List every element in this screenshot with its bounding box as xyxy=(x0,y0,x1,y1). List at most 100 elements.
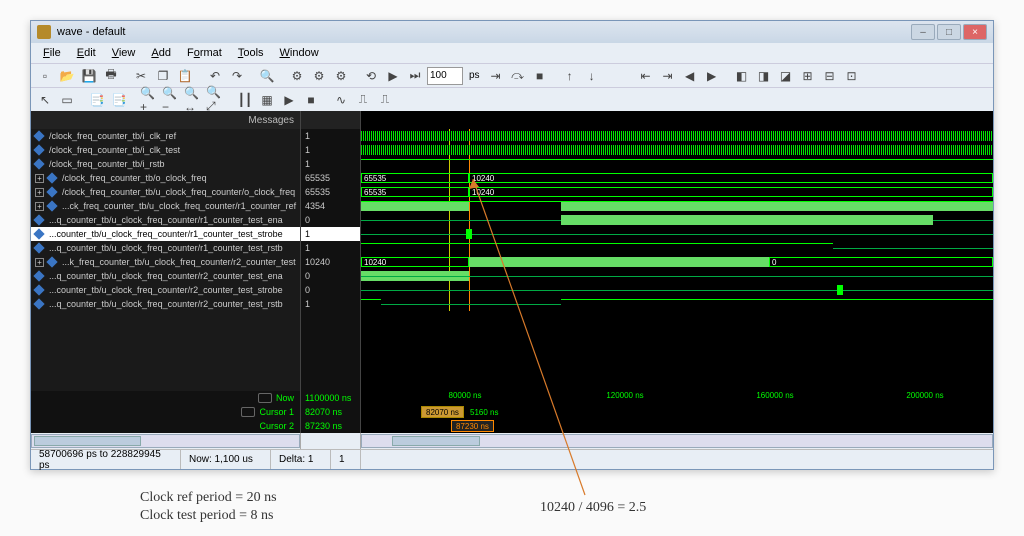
wave-lane[interactable] xyxy=(361,241,993,255)
palette-icon[interactable] xyxy=(258,393,272,403)
wave2-icon[interactable]: ⎍ xyxy=(353,90,373,110)
step-icon[interactable]: ⇥ xyxy=(486,66,506,86)
close-button[interactable]: × xyxy=(963,24,987,40)
expand-icon[interactable]: + xyxy=(35,188,44,197)
zoom-out-icon[interactable]: 🔍− xyxy=(161,90,181,110)
wave-lane[interactable] xyxy=(361,143,993,157)
stop-icon[interactable]: ■ xyxy=(301,90,321,110)
grid-icon[interactable]: ▦ xyxy=(257,90,277,110)
wave1-icon[interactable]: ∿ xyxy=(331,90,351,110)
redo-icon[interactable]: ↷ xyxy=(227,66,247,86)
cursor-icon[interactable] xyxy=(241,407,255,417)
wave-lane[interactable] xyxy=(361,227,993,241)
wave-lane[interactable] xyxy=(361,213,993,227)
signal-row[interactable]: /clock_freq_counter_tb/i_rstb xyxy=(31,157,300,171)
value-cell: 4354 xyxy=(301,199,360,213)
menu-file[interactable]: FFileile xyxy=(35,45,69,61)
signal-scrollbar[interactable] xyxy=(31,434,300,448)
up-icon[interactable]: ↑ xyxy=(560,66,580,86)
misc3-icon[interactable]: ◪ xyxy=(776,66,796,86)
maximize-button[interactable]: □ xyxy=(937,24,961,40)
wave3-icon[interactable]: ⎍ xyxy=(375,90,395,110)
expand-icon[interactable]: + xyxy=(35,174,44,183)
signal-row[interactable]: +/clock_freq_counter_tb/u_clock_freq_cou… xyxy=(31,185,300,199)
edge-next-icon[interactable]: ⇥ xyxy=(658,66,678,86)
step-over-icon[interactable]: ⤼ xyxy=(508,66,528,86)
menu-window[interactable]: Window xyxy=(272,45,327,61)
signal-row[interactable]: ...q_counter_tb/u_clock_freq_counter/r2_… xyxy=(31,297,300,311)
edge-prev-icon[interactable]: ⇤ xyxy=(636,66,656,86)
bookmark2-icon[interactable]: 📑 xyxy=(109,90,129,110)
signal-row[interactable]: ...counter_tb/u_clock_freq_counter/r1_co… xyxy=(31,227,300,241)
minimize-button[interactable]: – xyxy=(911,24,935,40)
cursor-link-icon[interactable]: ┃┃ xyxy=(235,90,255,110)
signal-row[interactable]: +...k_freq_counter_tb/u_clock_freq_count… xyxy=(31,255,300,269)
print-icon[interactable]: 🖶 xyxy=(101,66,121,86)
signal-list[interactable]: /clock_freq_counter_tb/i_clk_ref/clock_f… xyxy=(31,129,301,391)
undo-icon[interactable]: ↶ xyxy=(205,66,225,86)
wave-canvas[interactable]: 65535102406553510240 102400 xyxy=(361,129,993,391)
signal-row[interactable]: ...q_counter_tb/u_clock_freq_counter/r1_… xyxy=(31,213,300,227)
expand-icon[interactable]: + xyxy=(35,258,44,267)
wave-lane[interactable]: 6553510240 xyxy=(361,171,993,185)
signal-row[interactable]: +/clock_freq_counter_tb/o_clock_freq xyxy=(31,171,300,185)
cursor-next-icon[interactable]: ▶ xyxy=(702,66,722,86)
waves-header xyxy=(361,111,993,129)
signal-row[interactable]: /clock_freq_counter_tb/i_clk_ref xyxy=(31,129,300,143)
new-icon[interactable]: ▫ xyxy=(35,66,55,86)
zoom-fit-icon[interactable]: 🔍↔ xyxy=(183,90,203,110)
wave-lane[interactable] xyxy=(361,129,993,143)
menu-tools[interactable]: Tools xyxy=(230,45,272,61)
copy-icon[interactable]: ❐ xyxy=(153,66,173,86)
open-icon[interactable]: 📂 xyxy=(57,66,77,86)
restart-icon[interactable]: ⟲ xyxy=(361,66,381,86)
paste-icon[interactable]: 📋 xyxy=(175,66,195,86)
signal-row[interactable]: /clock_freq_counter_tb/i_clk_test xyxy=(31,143,300,157)
menu-add[interactable]: Add xyxy=(143,45,179,61)
misc6-icon[interactable]: ⊡ xyxy=(842,66,862,86)
run-step-input[interactable] xyxy=(427,67,463,85)
play-icon[interactable]: ▶ xyxy=(279,90,299,110)
expand-icon[interactable]: + xyxy=(35,202,44,211)
misc1-icon[interactable]: ◧ xyxy=(732,66,752,86)
menu-format[interactable]: Format xyxy=(179,45,230,61)
misc2-icon[interactable]: ◨ xyxy=(754,66,774,86)
wave-lane[interactable]: 6553510240 xyxy=(361,185,993,199)
wave-lane[interactable] xyxy=(361,297,993,311)
zoom-sel-icon[interactable]: ▭ xyxy=(57,90,77,110)
signal-row[interactable]: ...q_counter_tb/u_clock_freq_counter/r1_… xyxy=(31,241,300,255)
signal-row[interactable]: ...q_counter_tb/u_clock_freq_counter/r2_… xyxy=(31,269,300,283)
wave-lane[interactable] xyxy=(361,157,993,171)
cursor-2-box[interactable]: 87230 ns xyxy=(451,420,494,432)
run-icon[interactable]: ▶ xyxy=(383,66,403,86)
tool2-icon[interactable]: ⚙ xyxy=(309,66,329,86)
tool3-icon[interactable]: ⚙ xyxy=(331,66,351,86)
save-icon[interactable]: 💾 xyxy=(79,66,99,86)
window-title: wave - default xyxy=(57,26,125,38)
break-icon[interactable]: ■ xyxy=(530,66,550,86)
cut-icon[interactable]: ✂ xyxy=(131,66,151,86)
signal-row[interactable]: +...ck_freq_counter_tb/u_clock_freq_coun… xyxy=(31,199,300,213)
wave-lane[interactable]: 102400 xyxy=(361,255,993,269)
run-all-icon[interactable]: ⏭ xyxy=(405,66,425,86)
menu-view[interactable]: View xyxy=(104,45,144,61)
cursor-prev-icon[interactable]: ◀ xyxy=(680,66,700,86)
wave-scrollbar[interactable] xyxy=(361,434,993,448)
pointer-icon[interactable]: ↖ xyxy=(35,90,55,110)
zoom-in-icon[interactable]: 🔍+ xyxy=(139,90,159,110)
find-icon[interactable]: 🔍 xyxy=(257,66,277,86)
signal-name: ...q_counter_tb/u_clock_freq_counter/r2_… xyxy=(49,299,283,309)
misc4-icon[interactable]: ⊞ xyxy=(798,66,818,86)
down-icon[interactable]: ↓ xyxy=(582,66,602,86)
wave-lane[interactable] xyxy=(361,269,993,283)
time-ruler[interactable]: 80000 ns 120000 ns 160000 ns 200000 ns xyxy=(361,391,993,405)
zoom-full-icon[interactable]: 🔍⤢ xyxy=(205,90,225,110)
misc5-icon[interactable]: ⊟ xyxy=(820,66,840,86)
menu-edit[interactable]: Edit xyxy=(69,45,104,61)
signal-row[interactable]: ...counter_tb/u_clock_freq_counter/r2_co… xyxy=(31,283,300,297)
bookmark-icon[interactable]: 📑 xyxy=(87,90,107,110)
wave-lane[interactable] xyxy=(361,283,993,297)
wave-lane[interactable] xyxy=(361,199,993,213)
tool-icon[interactable]: ⚙ xyxy=(287,66,307,86)
cursor-1-box[interactable]: 82070 ns xyxy=(421,406,464,418)
